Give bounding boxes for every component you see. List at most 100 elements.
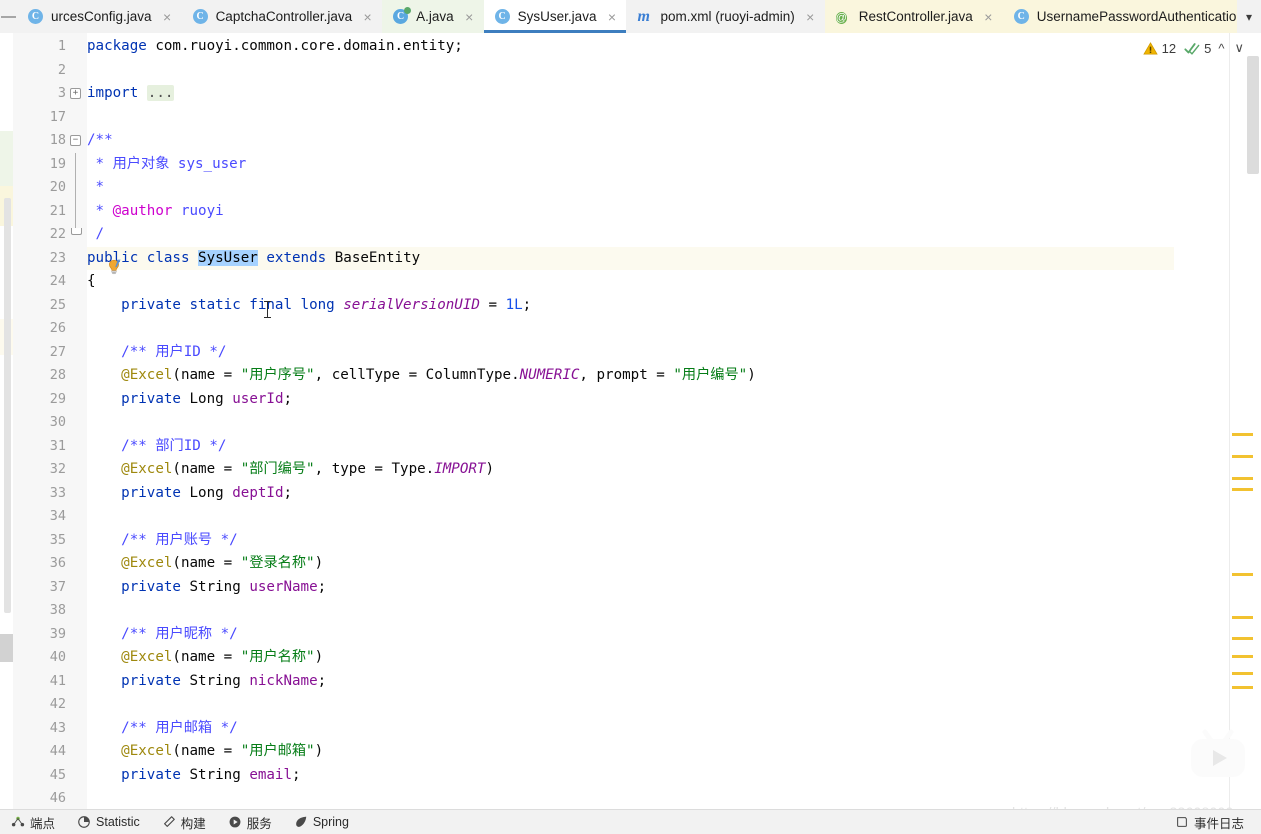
code-token: (name = xyxy=(172,743,241,759)
fold-region-end-icon[interactable] xyxy=(71,228,82,235)
error-stripe-marker-gutter[interactable] xyxy=(1229,33,1261,810)
line-number: 27 xyxy=(49,343,66,360)
code-line[interactable]: / xyxy=(87,223,1174,247)
code-line[interactable]: @Excel(name = "用户序号", cellType = ColumnT… xyxy=(87,364,1174,388)
code-line[interactable]: /** 用户昵称 */ xyxy=(87,623,1174,647)
editor-tab-bar[interactable]: — CurcesConfig.java × C CaptchaController.j… xyxy=(0,0,1261,34)
left-band-green xyxy=(0,131,13,186)
code-token: * xyxy=(87,179,113,195)
endpoints-icon xyxy=(11,815,25,829)
code-token: import xyxy=(87,85,147,101)
editor-tab[interactable]: C A.java × xyxy=(382,0,484,33)
status-bar-right[interactable]: 事件日志 xyxy=(1164,810,1261,834)
code-token: (name = xyxy=(172,461,241,477)
code-line[interactable]: private Long userId; xyxy=(87,388,1174,412)
editor-tab[interactable]: CurcesConfig.java × xyxy=(17,0,182,33)
code-line[interactable]: /** 用户账号 */ xyxy=(87,529,1174,553)
fold-expand-icon[interactable]: + xyxy=(70,88,81,99)
code-line[interactable]: * 用户对象 sys_user xyxy=(87,153,1174,177)
line-number: 37 xyxy=(49,578,66,595)
code-line[interactable]: @Excel(name = "部门编号", type = Type.IMPORT… xyxy=(87,458,1174,482)
code-line[interactable] xyxy=(87,106,1174,130)
warning-stripe-marker[interactable] xyxy=(1232,455,1253,458)
code-line[interactable]: package com.ruoyi.common.core.domain.ent… xyxy=(87,35,1174,59)
code-line[interactable]: * @author ruoyi xyxy=(87,200,1174,224)
code-line[interactable]: /** 用户ID */ xyxy=(87,341,1174,365)
code-line[interactable] xyxy=(87,317,1174,341)
status-bar-item[interactable]: 端点 xyxy=(0,810,66,834)
code-line[interactable]: @Excel(name = "登录名称") xyxy=(87,552,1174,576)
code-line[interactable] xyxy=(87,505,1174,529)
fold-region-line xyxy=(75,199,76,223)
status-bar-item[interactable]: Statistic xyxy=(66,810,151,834)
code-line[interactable]: { xyxy=(87,270,1174,294)
code-line[interactable]: /** xyxy=(87,129,1174,153)
editor-tab-label: A.java xyxy=(416,8,454,24)
code-line[interactable] xyxy=(87,787,1174,810)
status-bar-item[interactable]: 构建 xyxy=(151,810,217,834)
code-token: ; xyxy=(317,672,327,689)
status-bar-item-event-log[interactable]: 事件日志 xyxy=(1164,810,1255,834)
code-token: Long xyxy=(189,484,233,501)
warning-stripe-marker[interactable] xyxy=(1232,477,1253,480)
status-bar-item[interactable]: Spring xyxy=(283,810,360,834)
warning-stripe-marker[interactable] xyxy=(1232,637,1253,640)
tab-close-icon[interactable]: × xyxy=(983,10,994,24)
code-line[interactable]: private Long deptId; xyxy=(87,482,1174,506)
vertical-scrollbar-thumb[interactable] xyxy=(1247,56,1259,174)
editor-tab[interactable]: @ RestController.java × xyxy=(824,0,1003,33)
tab-close-icon[interactable]: × xyxy=(606,10,617,24)
tab-close-icon[interactable]: × xyxy=(805,10,816,24)
status-bar[interactable]: 端点 Statistic 构建 服务 Spring 事件日志 xyxy=(0,809,1261,834)
code-token: private xyxy=(121,672,190,689)
tab-close-icon[interactable]: × xyxy=(162,10,173,24)
line-number: 34 xyxy=(49,508,66,524)
tab-overflow-chevron-down-icon[interactable]: ▾ xyxy=(1237,0,1261,33)
next-problem-chevron-down-icon[interactable]: ∨ xyxy=(1231,40,1247,56)
warning-stripe-marker[interactable] xyxy=(1232,433,1253,436)
tab-close-icon[interactable]: × xyxy=(362,10,373,24)
code-line[interactable] xyxy=(87,693,1174,717)
code-line[interactable]: private String nickName; xyxy=(87,670,1174,694)
tab-scroll-left-icon[interactable]: — xyxy=(0,0,17,33)
code-line[interactable] xyxy=(87,59,1174,83)
code-token: /** 部门ID */ xyxy=(121,437,227,454)
code-line[interactable]: @Excel(name = "用户邮箱") xyxy=(87,740,1174,764)
code-line[interactable]: @Excel(name = "用户名称") xyxy=(87,646,1174,670)
status-bar-item[interactable]: 服务 xyxy=(217,810,283,834)
code-line[interactable]: private static final long serialVersionU… xyxy=(87,294,1174,318)
code-line[interactable] xyxy=(87,599,1174,623)
warning-stripe-marker[interactable] xyxy=(1232,686,1253,689)
line-number-gutter[interactable]: 1 2 3 17 18 19 20 21 22 23 24 25 26 27 28 29 30 31 32 33 34 3… xyxy=(13,33,87,810)
previous-problem-chevron-up-icon[interactable]: ^ xyxy=(1215,41,1227,56)
left-annotation-scrollbar[interactable] xyxy=(4,198,11,613)
warning-stripe-marker[interactable] xyxy=(1232,573,1253,576)
code-line[interactable]: /** 部门ID */ xyxy=(87,435,1174,459)
inspection-widget[interactable]: 12 5 ^ ∨ xyxy=(1142,38,1247,58)
fold-collapse-icon[interactable]: − xyxy=(70,135,81,146)
warning-stripe-marker[interactable] xyxy=(1232,672,1253,675)
editor-tab[interactable]: m pom.xml (ruoyi-admin) × xyxy=(626,0,825,33)
code-token: serialVersionUID xyxy=(343,296,480,313)
code-line[interactable]: * xyxy=(87,176,1174,200)
code-token: Long xyxy=(189,390,233,407)
code-line[interactable]: import ... xyxy=(87,82,1174,106)
lightbulb-icon[interactable] xyxy=(104,257,124,277)
code-editor[interactable]: 1 2 3 17 18 19 20 21 22 23 24 25 26 27 28 29 30 31 32 33 34 3… xyxy=(0,33,1261,810)
code-text-area[interactable]: package com.ruoyi.common.core.domain.ent… xyxy=(87,33,1174,810)
tab-close-icon[interactable]: × xyxy=(464,10,475,24)
warning-stripe-marker[interactable] xyxy=(1232,655,1253,658)
code-line[interactable]: public class SysUser extends BaseEntity xyxy=(87,246,1174,270)
warning-stripe-marker[interactable] xyxy=(1232,488,1253,491)
code-token: package xyxy=(87,38,156,54)
code-line[interactable]: /** 用户邮箱 */ xyxy=(87,717,1174,741)
editor-tab[interactable]: C SysUser.java × xyxy=(483,0,627,33)
code-line[interactable]: private String email; xyxy=(87,764,1174,788)
editor-tab[interactable]: C UsernamePasswordAuthenticationT xyxy=(1002,0,1261,33)
editor-tab[interactable]: C CaptchaController.java × xyxy=(181,0,383,33)
code-line[interactable] xyxy=(87,411,1174,435)
warning-stripe-marker[interactable] xyxy=(1232,616,1253,619)
code-line[interactable]: private String userName; xyxy=(87,576,1174,600)
